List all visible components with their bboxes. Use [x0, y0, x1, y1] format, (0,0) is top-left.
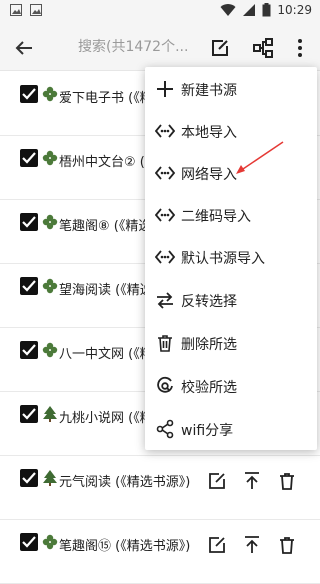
status-time: 10:29 [277, 3, 312, 17]
menu-item-label: wifi分享 [181, 423, 234, 439]
checkbox[interactable] [20, 213, 38, 231]
menu-item-label: 默认书源导入 [181, 251, 265, 267]
source-title: 爱下电子书 (《精 [59, 91, 153, 106]
checkbox[interactable] [20, 149, 38, 167]
list-item[interactable]: 笔趣阁⑮ (《精选书源》) [0, 519, 320, 584]
verify-icon [157, 376, 173, 393]
move-to-top-icon[interactable] [242, 471, 262, 491]
group-tree-icon[interactable] [251, 36, 275, 60]
source-title: 八一中文网 (《精 [59, 347, 153, 362]
search-input[interactable] [78, 34, 190, 60]
menu-item-delete-selected[interactable]: 删除所选 [145, 322, 317, 364]
trash-icon[interactable] [277, 471, 297, 491]
share-icon [156, 419, 174, 439]
back-arrow-icon[interactable] [10, 34, 38, 62]
import-icon [155, 250, 175, 264]
import-icon [155, 124, 175, 138]
import-icon [155, 166, 175, 180]
menu-item-network-import[interactable]: 网络导入 [145, 152, 317, 194]
trash-icon[interactable] [277, 535, 297, 555]
source-title: 九桃小说网 (《精 [59, 411, 153, 426]
move-to-top-icon[interactable] [242, 535, 262, 555]
checkbox[interactable] [20, 277, 38, 295]
menu-item-local-import[interactable]: 本地导入 [145, 110, 317, 152]
signal-icon [243, 4, 256, 16]
menu-item-invert-selection[interactable]: 反转选择 [145, 279, 317, 321]
checkbox[interactable] [20, 405, 38, 423]
plus-icon [157, 81, 173, 97]
menu-item-label: 删除所选 [181, 337, 237, 353]
trash-icon [158, 335, 172, 352]
source-title: 梧州中文台② ( [59, 155, 145, 170]
tree-icon [43, 470, 57, 486]
import-icon [155, 208, 175, 222]
notification-image-icon [10, 4, 22, 16]
toolbar [0, 24, 320, 71]
clover-icon [42, 534, 58, 550]
clover-icon [42, 278, 58, 294]
checkbox[interactable] [20, 533, 38, 551]
clover-icon [42, 342, 58, 358]
checkbox[interactable] [20, 85, 38, 103]
menu-item-label: 二维码导入 [181, 209, 251, 225]
more-vert-icon[interactable] [288, 36, 312, 60]
menu-item-label: 校验所选 [181, 380, 237, 396]
edit-icon[interactable] [208, 36, 232, 60]
clover-icon [42, 214, 58, 230]
list-item[interactable]: 元气阅读 (《精选书源》) [0, 455, 320, 520]
source-title: 笔趣阁⑧ (《精选 [59, 219, 152, 234]
menu-item-label: 新建书源 [181, 83, 237, 99]
checkbox[interactable] [20, 469, 38, 487]
checkbox[interactable] [20, 341, 38, 359]
clover-icon [42, 86, 58, 102]
wifi-icon [220, 4, 236, 17]
edit-icon[interactable] [207, 535, 227, 555]
source-title: 笔趣阁⑮ (《精选书源》) [59, 539, 191, 554]
source-title: 元气阅读 (《精选书源》) [59, 475, 191, 490]
clover-icon [42, 150, 58, 166]
source-title: 望海阅读 (《精选 [59, 283, 153, 298]
menu-item-verify-selected[interactable]: 校验所选 [145, 365, 317, 407]
overflow-menu: 新建书源 本地导入 网络导入 二维码导入 默认书源导入 反转选择 删除所选 校验… [145, 67, 317, 450]
menu-item-default-import[interactable]: 默认书源导入 [145, 236, 317, 278]
battery-icon [262, 3, 271, 17]
menu-item-wifi-share[interactable]: wifi分享 [145, 408, 317, 450]
status-bar: 10:29 [0, 0, 320, 24]
menu-item-qrcode-import[interactable]: 二维码导入 [145, 194, 317, 236]
menu-item-new-source[interactable]: 新建书源 [145, 68, 317, 110]
menu-item-label: 网络导入 [181, 167, 237, 183]
menu-item-label: 反转选择 [181, 294, 237, 310]
menu-item-label: 本地导入 [181, 125, 237, 141]
notification-image-icon [30, 4, 42, 16]
swap-icon [157, 292, 173, 309]
tree-icon [43, 406, 57, 422]
edit-icon[interactable] [207, 471, 227, 491]
